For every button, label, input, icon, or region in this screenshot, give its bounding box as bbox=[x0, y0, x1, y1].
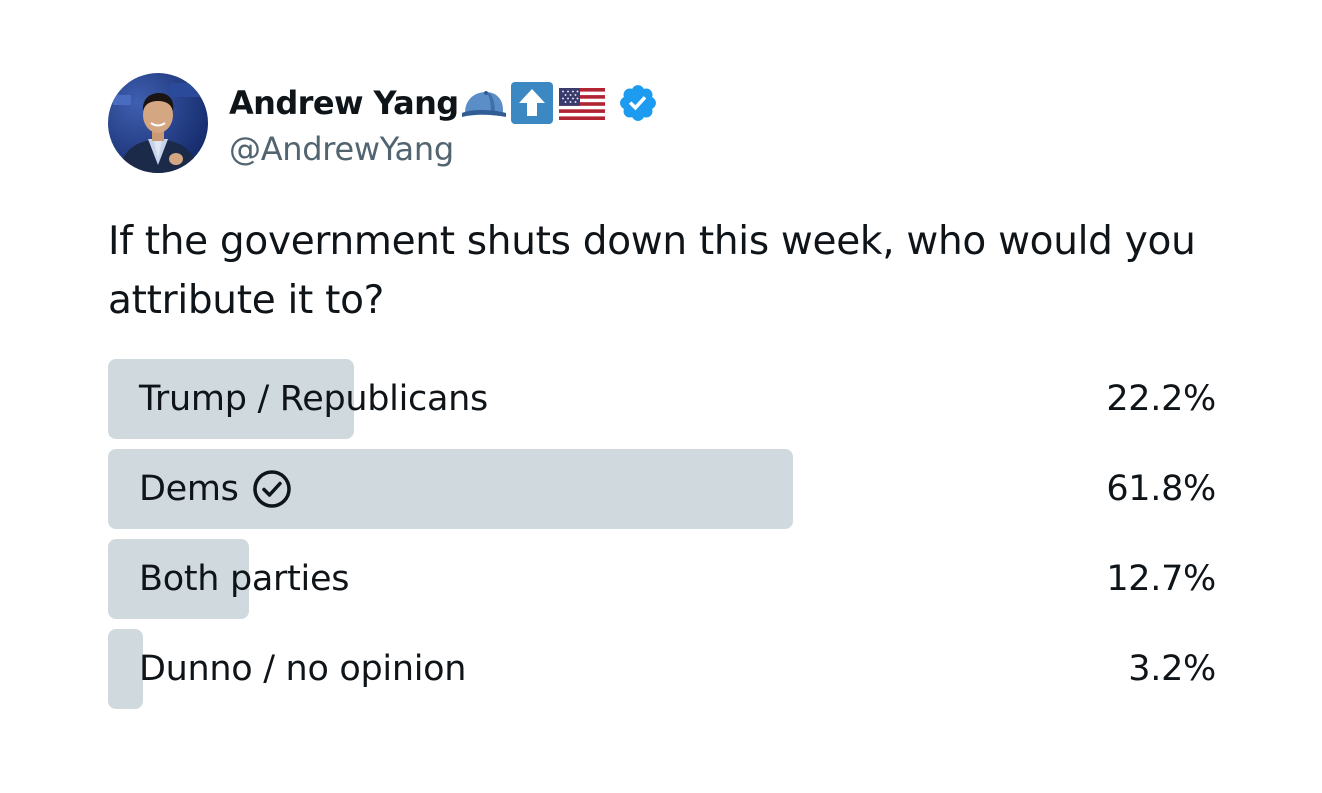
poll-option-label: Both parties bbox=[139, 539, 349, 619]
author-info: Andrew Yang @AndrewYang bbox=[229, 73, 659, 173]
us-flag-icon bbox=[557, 83, 607, 123]
poll-option-both-parties: Both parties 12.7% bbox=[108, 539, 1216, 619]
display-name[interactable]: Andrew Yang bbox=[229, 84, 459, 122]
poll-option-trump-republicans: Trump / Republicans 22.2% bbox=[108, 359, 1216, 439]
poll-option-label: Dunno / no opinion bbox=[139, 629, 466, 709]
poll-option-label: Dems bbox=[139, 449, 292, 529]
verified-badge-icon[interactable] bbox=[617, 82, 659, 124]
handle[interactable]: @AndrewYang bbox=[229, 130, 659, 168]
poll-option-text: Dems bbox=[139, 469, 239, 509]
up-arrow-icon bbox=[509, 81, 555, 125]
tweet-text: If the government shuts down this week, … bbox=[108, 219, 1196, 323]
name-row: Andrew Yang bbox=[229, 78, 659, 128]
blue-cap-icon bbox=[461, 83, 507, 123]
poll-option-text: Trump / Republicans bbox=[139, 379, 488, 419]
poll-option-percent: 22.2% bbox=[1106, 379, 1216, 419]
poll-bar bbox=[108, 629, 143, 709]
check-circle-icon bbox=[252, 469, 292, 509]
avatar[interactable] bbox=[108, 73, 208, 173]
poll-option-percent: 3.2% bbox=[1128, 649, 1216, 689]
poll-option-text: Dunno / no opinion bbox=[139, 649, 467, 689]
poll-option-dems: Dems 61.8% bbox=[108, 449, 1216, 529]
tweet-header: Andrew Yang @AndrewYang bbox=[108, 72, 1216, 174]
poll-option-label: Trump / Republicans bbox=[139, 359, 488, 439]
poll-option-percent: 61.8% bbox=[1106, 469, 1216, 509]
tweet: Andrew Yang @AndrewYang If the governmen… bbox=[108, 72, 1216, 709]
poll-option-text: Both parties bbox=[139, 559, 350, 599]
poll-option-percent: 12.7% bbox=[1106, 559, 1216, 599]
poll-option-dunno: Dunno / no opinion 3.2% bbox=[108, 629, 1216, 709]
poll: Trump / Republicans 22.2% Dems 61.8% Bot… bbox=[108, 359, 1216, 719]
